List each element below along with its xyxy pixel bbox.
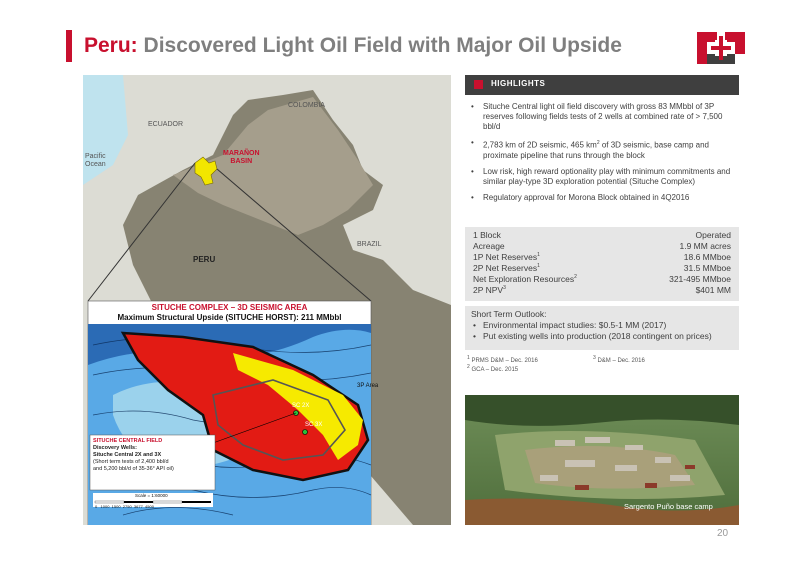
field-box-line3: (Short term tests of 2,400 bbl/d (93, 459, 169, 465)
metric-label: Acreage (473, 241, 505, 251)
company-logo-icon (697, 32, 745, 64)
metric-row: 2P NPV3 $401 MM (473, 285, 731, 295)
inset-subtitle: Maximum Structural Upside (SITUCHE HORST… (117, 313, 342, 322)
field-box-line2: Situche Central 2X and 3X (93, 452, 162, 458)
field-box-title: SITUCHE CENTRAL FIELD (93, 438, 163, 444)
footnote-number: 2 (467, 364, 470, 370)
page-number: 20 (717, 528, 729, 539)
highlight-text: Situche Central light oil field discover… (483, 102, 723, 131)
highlight-text: Regulatory approval for Morona Block obt… (483, 192, 690, 202)
metric-footnote-ref: 3 (503, 285, 506, 292)
metric-footnote-ref: 1 (537, 252, 540, 259)
metric-value: 31.5 MMboe (683, 263, 731, 273)
metric-row: 1 Block Operated (473, 230, 731, 240)
field-box-line4: and 5,200 bbl/d of 35-36° API oil) (93, 466, 174, 472)
short-term-item: Environmental impact studies: $0.5-1 MM … (471, 320, 739, 331)
scale-ticks: 0 1000 1500 2750 3677 4500 (95, 504, 154, 509)
footnote-text: D&M – Dec. 2016 (597, 358, 645, 364)
metric-label: 2P Net Reserves (473, 263, 538, 273)
photo-caption: Sargento Puño base camp (624, 502, 713, 511)
field-box-line1: Discovery Wells: (93, 445, 137, 451)
highlights-marker-icon (474, 80, 483, 89)
metric-row: Acreage 1.9 MM acres (473, 241, 731, 251)
metric-row: 1P Net Reserves1 18.6 MMboe (473, 252, 731, 262)
label-3p-area: 3P Area (357, 383, 379, 389)
metric-label: 1P Net Reserves (473, 252, 538, 262)
highlights-title: HIGHLIGHTS (491, 79, 546, 88)
highlight-item: Situche Central light oil field discover… (469, 102, 737, 132)
metric-value: 1.9 MM acres (679, 241, 732, 251)
highlight-text: Low risk, high reward optionality play w… (483, 166, 731, 186)
metric-row: 2P Net Reserves1 31.5 MMboe (473, 263, 731, 273)
metrics-panel: 1 Block Operated Acreage 1.9 MM acres 1P N… (465, 227, 739, 301)
label-ecuador: ECUADOR (148, 121, 184, 128)
metric-value: $401 MM (695, 285, 731, 295)
metric-label: 2P NPV (473, 285, 504, 295)
short-term-list: Environmental impact studies: $0.5-1 MM … (471, 320, 739, 341)
scale-bar (94, 500, 211, 504)
label-pacific-ocean: Pacific Ocean (85, 153, 106, 168)
title-country: Peru: (84, 34, 138, 57)
footnote-3: 3 D&M – Dec. 2016 (593, 355, 645, 364)
label-well-sc2x: SC 2X (292, 403, 310, 409)
metric-footnote-ref: 2 (574, 274, 577, 281)
short-term-item: Put existing wells into production (2018… (471, 331, 739, 342)
label-peru: PERU (193, 255, 216, 264)
metric-value: Operated (695, 230, 731, 240)
label-colombia: COLOMBIA (288, 102, 325, 109)
metric-footnote-ref: 1 (537, 263, 540, 270)
highlight-item: Low risk, high reward optionality play w… (469, 167, 737, 187)
highlights-list: Situche Central light oil field discover… (469, 102, 737, 209)
metric-value: 321-495 MMboe (669, 274, 731, 284)
page-title: Peru: Discovered Light Oil Field with Ma… (84, 34, 622, 58)
peru-location-map: ECUADOR COLOMBIA Pacific Ocean MARAÑON B… (83, 75, 451, 525)
label-brazil: BRAZIL (357, 241, 382, 248)
highlight-item: Regulatory approval for Morona Block obt… (469, 193, 737, 203)
metric-label: 1 Block (473, 230, 501, 240)
footnote-text: GCA – Dec. 2015 (471, 367, 519, 373)
metric-value: 18.6 MMboe (683, 252, 731, 262)
label-maranon-basin: MARAÑON BASIN (223, 150, 260, 165)
label-well-sc3x: SC 3X (305, 422, 323, 428)
metric-row: Net Exploration Resources2 321-495 MMboe (473, 274, 731, 284)
footnote-2: 2 GCA – Dec. 2015 (467, 364, 518, 373)
field-info-box: SITUCHE CENTRAL FIELD Discovery Wells: S… (93, 438, 215, 473)
highlight-text: 2,783 km of 2D seismic, 465 km (483, 140, 597, 150)
inset-title: SITUCHE COMPLEX – 3D SEISMIC AREA (151, 303, 308, 312)
scale-label: Scale = 1:60000 (135, 493, 168, 498)
footnote-number: 3 (593, 355, 596, 361)
title-accent-bar (66, 30, 72, 62)
metric-label: Net Exploration Resources (473, 274, 575, 284)
footnote-1: 1 PRMS D&M – Dec. 2016 (467, 355, 538, 364)
title-text: Discovered Light Oil Field with Major Oi… (143, 34, 622, 57)
short-term-title: Short Term Outlook: (471, 309, 547, 319)
highlight-item: 2,783 km of 2D seismic, 465 km2 of 3D se… (469, 138, 737, 161)
footnote-number: 1 (467, 355, 470, 361)
